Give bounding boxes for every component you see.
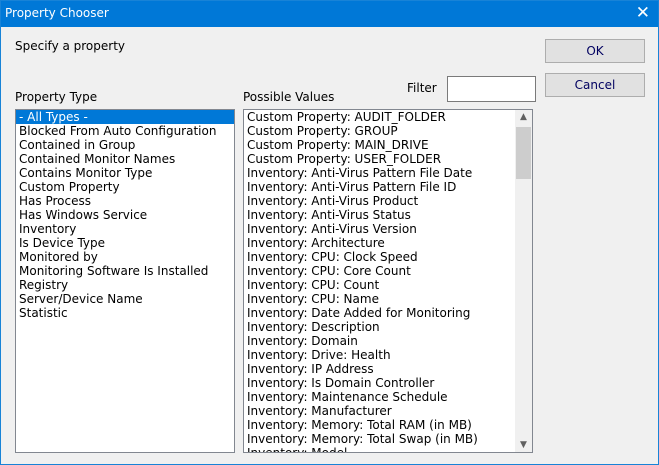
list-item[interactable]: Custom Property: GROUP bbox=[244, 124, 532, 138]
scrollbar[interactable]: ▲ ▼ bbox=[515, 110, 532, 452]
list-item[interactable]: - All Types - bbox=[16, 110, 234, 124]
filter-label: Filter bbox=[407, 81, 437, 95]
list-item[interactable]: Has Process bbox=[16, 194, 234, 208]
scrollbar-thumb[interactable] bbox=[516, 127, 531, 179]
list-item[interactable]: Statistic bbox=[16, 306, 234, 320]
scroll-up-icon[interactable]: ▲ bbox=[515, 112, 532, 122]
list-item[interactable]: Monitored by bbox=[16, 250, 234, 264]
list-item[interactable]: Custom Property: AUDIT_FOLDER bbox=[244, 110, 532, 124]
scroll-down-icon[interactable]: ▼ bbox=[515, 440, 532, 450]
list-item[interactable]: Inventory: Maintenance Schedule bbox=[244, 390, 532, 404]
list-item[interactable]: Inventory: Memory: Total RAM (in MB) bbox=[244, 418, 532, 432]
list-item[interactable]: Is Device Type bbox=[16, 236, 234, 250]
list-item[interactable]: Inventory: Anti-Virus Pattern File Date bbox=[244, 166, 532, 180]
list-item[interactable]: Inventory: Date Added for Monitoring bbox=[244, 306, 532, 320]
list-item[interactable]: Inventory: CPU: Name bbox=[244, 292, 532, 306]
property-type-list[interactable]: - All Types - Blocked From Auto Configura… bbox=[15, 109, 235, 453]
list-item[interactable]: Registry bbox=[16, 278, 234, 292]
list-item[interactable]: Monitoring Software Is Installed bbox=[16, 264, 234, 278]
list-item[interactable]: Inventory: CPU: Count bbox=[244, 278, 532, 292]
list-item[interactable]: Server/Device Name bbox=[16, 292, 234, 306]
list-item[interactable]: Inventory: CPU: Core Count bbox=[244, 264, 532, 278]
list-item[interactable]: Inventory: Anti-Virus Status bbox=[244, 208, 532, 222]
list-item[interactable]: Inventory: CPU: Clock Speed bbox=[244, 250, 532, 264]
prompt-text: Specify a property bbox=[15, 39, 126, 53]
list-item[interactable]: Inventory: Description bbox=[244, 320, 532, 334]
list-item[interactable]: Contains Monitor Type bbox=[16, 166, 234, 180]
list-item[interactable]: Custom Property: USER_FOLDER bbox=[244, 152, 532, 166]
title-bar: Property Chooser ✕ bbox=[1, 1, 658, 27]
list-item[interactable]: Inventory: Anti-Virus Pattern File ID bbox=[244, 180, 532, 194]
list-item[interactable]: Inventory: Is Domain Controller bbox=[244, 376, 532, 390]
list-item[interactable]: Custom Property bbox=[16, 180, 234, 194]
list-item[interactable]: Inventory bbox=[16, 222, 234, 236]
list-item[interactable]: Custom Property: MAIN_DRIVE bbox=[244, 138, 532, 152]
close-icon[interactable]: ✕ bbox=[636, 3, 650, 23]
possible-values-label: Possible Values bbox=[243, 90, 335, 104]
filter-input[interactable] bbox=[447, 76, 536, 102]
list-item[interactable]: Inventory: Domain bbox=[244, 334, 532, 348]
list-item[interactable]: Contained in Group bbox=[16, 138, 234, 152]
list-item[interactable]: Has Windows Service bbox=[16, 208, 234, 222]
list-item[interactable]: Inventory: Drive: Health bbox=[244, 348, 532, 362]
cancel-button[interactable]: Cancel bbox=[545, 73, 645, 97]
list-item[interactable]: Inventory: Anti-Virus Version bbox=[244, 222, 532, 236]
property-chooser-dialog: Property Chooser ✕ Specify a property OK… bbox=[0, 0, 659, 465]
ok-button[interactable]: OK bbox=[545, 39, 645, 63]
possible-values-list[interactable]: Custom Property: AUDIT_FOLDER Custom Prop… bbox=[243, 109, 533, 453]
list-item[interactable]: Inventory: Memory: Total Swap (in MB) bbox=[244, 432, 532, 446]
list-item[interactable]: Blocked From Auto Configuration bbox=[16, 124, 234, 138]
list-item[interactable]: Contained Monitor Names bbox=[16, 152, 234, 166]
list-item[interactable]: Inventory: Architecture bbox=[244, 236, 532, 250]
list-item[interactable]: Inventory: Anti-Virus Product bbox=[244, 194, 532, 208]
window-title: Property Chooser bbox=[5, 6, 109, 20]
list-item[interactable]: Inventory: Model bbox=[244, 446, 532, 452]
list-item[interactable]: Inventory: Manufacturer bbox=[244, 404, 532, 418]
list-item[interactable]: Inventory: IP Address bbox=[244, 362, 532, 376]
property-type-label: Property Type bbox=[15, 90, 98, 104]
